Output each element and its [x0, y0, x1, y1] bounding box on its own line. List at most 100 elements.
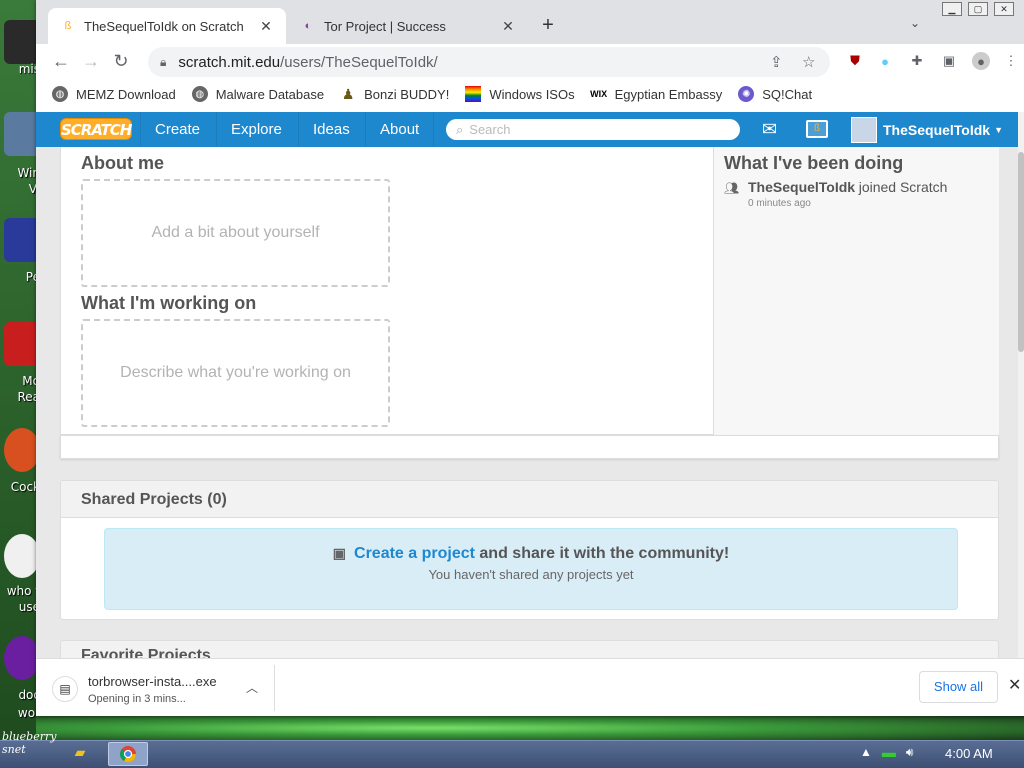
desktop-icon-label: mis	[18, 62, 40, 76]
desktop-icon-label: Pe	[25, 270, 40, 284]
download-item[interactable]: ▤ torbrowser-insta....exe Opening in 3 m…	[52, 669, 217, 709]
shared-projects-heading: Shared Projects (0)	[61, 481, 998, 518]
share-icon[interactable]: ⇪	[770, 53, 783, 71]
close-icon[interactable]: ✕	[500, 18, 516, 35]
address-bar[interactable]: 🔒︎ scratch.mit.edu/users/TheSequelToIdk/…	[148, 47, 830, 77]
system-tray: ▲ ▬ 🔊︎	[860, 744, 913, 760]
bonzi-icon: ♟	[341, 85, 355, 102]
bookmark-sqchat[interactable]: ✺ SQ!Chat	[738, 86, 812, 102]
chevron-up-icon[interactable]: ︿	[246, 679, 258, 696]
menu-icon[interactable]: ⋮	[1002, 52, 1020, 70]
search-bar[interactable]: ⌕	[446, 119, 740, 140]
desktop-icon-label: Cock	[10, 480, 40, 494]
bookmark-egyptian-embassy[interactable]: WIX Egyptian Embassy	[590, 86, 722, 102]
avatar	[851, 116, 877, 143]
nav-create[interactable]: Create	[140, 112, 214, 147]
profile-box-footer	[60, 435, 999, 459]
download-filename: torbrowser-insta....exe	[88, 673, 217, 689]
reload-icon[interactable]: ↻	[106, 46, 136, 76]
users-icon: 👥︎	[724, 181, 740, 195]
desktop-icon-3[interactable]	[4, 218, 40, 262]
desktop-icon-6[interactable]	[4, 534, 40, 578]
activity-action: joined Scratch	[858, 179, 948, 195]
desktop-icon-label: who t	[6, 584, 40, 598]
wallpaper	[36, 716, 1024, 740]
forward-icon[interactable]: →	[76, 46, 106, 76]
show-all-button[interactable]: Show all	[919, 671, 998, 703]
my-stuff-icon[interactable]: ß	[806, 120, 828, 138]
taskbar-chrome-button[interactable]	[108, 742, 148, 766]
back-icon[interactable]: ←	[46, 46, 76, 76]
nav-about[interactable]: About	[365, 112, 435, 147]
bookmark-malware-database[interactable]: ◍ Malware Database	[191, 86, 324, 102]
maximize-button[interactable]: ▢	[968, 2, 988, 16]
desktop-icon-2[interactable]	[4, 112, 40, 156]
minimize-button[interactable]: ▁	[942, 2, 962, 16]
bookmark-star-icon[interactable]: ☆	[802, 53, 815, 71]
profile-icon[interactable]: ●	[972, 52, 990, 70]
working-heading: What I'm working on	[81, 293, 257, 313]
desktop-icon-5[interactable]	[4, 428, 40, 472]
scrollbar-thumb[interactable]	[1018, 152, 1024, 352]
scrollbar[interactable]	[1018, 112, 1024, 658]
tab-scratch[interactable]: ß TheSequelToIdk on Scratch ✕	[48, 8, 286, 44]
search-icon: ⌕	[456, 121, 464, 137]
rainbow-icon	[465, 86, 482, 102]
working-on-field[interactable]: Describe what you're working on	[81, 319, 390, 427]
activity-user[interactable]: TheSequelToIdk	[748, 179, 855, 195]
activity-item: 👥︎ TheSequelToIdk joined Scratch 0 minut…	[724, 179, 947, 209]
url-host: scratch.mit.edu	[178, 53, 281, 71]
user-menu[interactable]: TheSequelToIdk ▼	[851, 116, 1003, 143]
shared-message: and share it with the community!	[479, 545, 730, 562]
installer-icon: ▤	[52, 676, 78, 702]
tab-strip: ß TheSequelToIdk on Scratch ✕ ◐ Tor Proj…	[36, 0, 1024, 44]
search-input[interactable]	[469, 122, 720, 137]
create-project-link[interactable]: Create a project	[354, 545, 475, 562]
tab-tor[interactable]: ◐ Tor Project | Success ✕	[288, 8, 528, 44]
messages-icon[interactable]: ✉	[762, 120, 784, 138]
tab-title: Tor Project | Success	[324, 18, 446, 34]
new-tab-button[interactable]: +	[536, 14, 560, 37]
side-panel-icon[interactable]: ▣	[940, 52, 958, 70]
desktop-icon-7[interactable]	[4, 636, 40, 680]
network-icon[interactable]: ▬	[882, 744, 896, 760]
bookmarks-bar: ◍ MEMZ Download ◍ Malware Database ♟ Bonzi …	[36, 78, 1024, 110]
close-icon[interactable]: ✕	[258, 18, 274, 35]
folder-icon[interactable]: ▰	[68, 744, 92, 764]
nav-ideas[interactable]: Ideas	[298, 112, 364, 147]
tab-search-chevron-icon[interactable]: ⌄	[910, 16, 920, 30]
activity-column: What I've been doing 👥︎ TheSequelToIdk j…	[713, 147, 999, 437]
desktop-icon-1[interactable]	[4, 20, 40, 64]
extensions-icon[interactable]: ✚	[908, 52, 926, 70]
desktop-icon-label: Vi	[28, 182, 40, 196]
tab-title: TheSequelToIdk on Scratch	[84, 18, 244, 34]
favorites-heading: Favorite Projects	[81, 647, 211, 658]
tray-arrow-icon[interactable]: ▲	[860, 745, 872, 759]
desktop-icon-label: Mo	[22, 374, 40, 388]
desktop-icon-label: Win	[17, 166, 40, 180]
about-me-field[interactable]: Add a bit about yourself	[81, 179, 390, 287]
close-window-button[interactable]: ✕	[994, 2, 1014, 16]
scratch-navbar: SCRATCH Create Explore Ideas About ⌕ ✉ ß…	[36, 112, 1018, 147]
desktop-icon-4[interactable]	[4, 322, 40, 366]
close-icon[interactable]: ✕	[1008, 675, 1021, 695]
chrome-icon	[119, 746, 137, 763]
browser-window: ß TheSequelToIdk on Scratch ✕ ◐ Tor Proj…	[36, 0, 1024, 716]
bookmark-windows-isos[interactable]: Windows ISOs	[465, 86, 575, 102]
lock-icon: 🔒︎	[160, 54, 167, 69]
nav-explore[interactable]: Explore	[216, 112, 296, 147]
trans-flag-icon[interactable]: ●	[876, 52, 894, 70]
watermark: blueberry snet	[2, 730, 57, 756]
scratch-logo[interactable]: SCRATCH	[60, 118, 132, 140]
globe-icon: ◍	[52, 86, 68, 102]
shared-subtext: You haven't shared any projects yet	[428, 567, 634, 582]
bookmark-memz[interactable]: ◍ MEMZ Download	[52, 86, 176, 102]
shared-projects-box: Shared Projects (0) ▣ Create a project an…	[60, 480, 999, 620]
url-path: /users/TheSequelToIdk/	[280, 53, 438, 71]
desktop-icon-label: use	[18, 600, 40, 614]
bookmark-bonzi[interactable]: ♟ Bonzi BUDDY!	[340, 85, 450, 102]
volume-icon[interactable]: 🔊︎	[906, 745, 914, 760]
ublock-icon[interactable]: ⛊	[846, 52, 864, 70]
clock[interactable]: 4:00 AM	[945, 746, 993, 761]
empty-projects-message: ▣ Create a project and share it with the …	[104, 528, 958, 610]
